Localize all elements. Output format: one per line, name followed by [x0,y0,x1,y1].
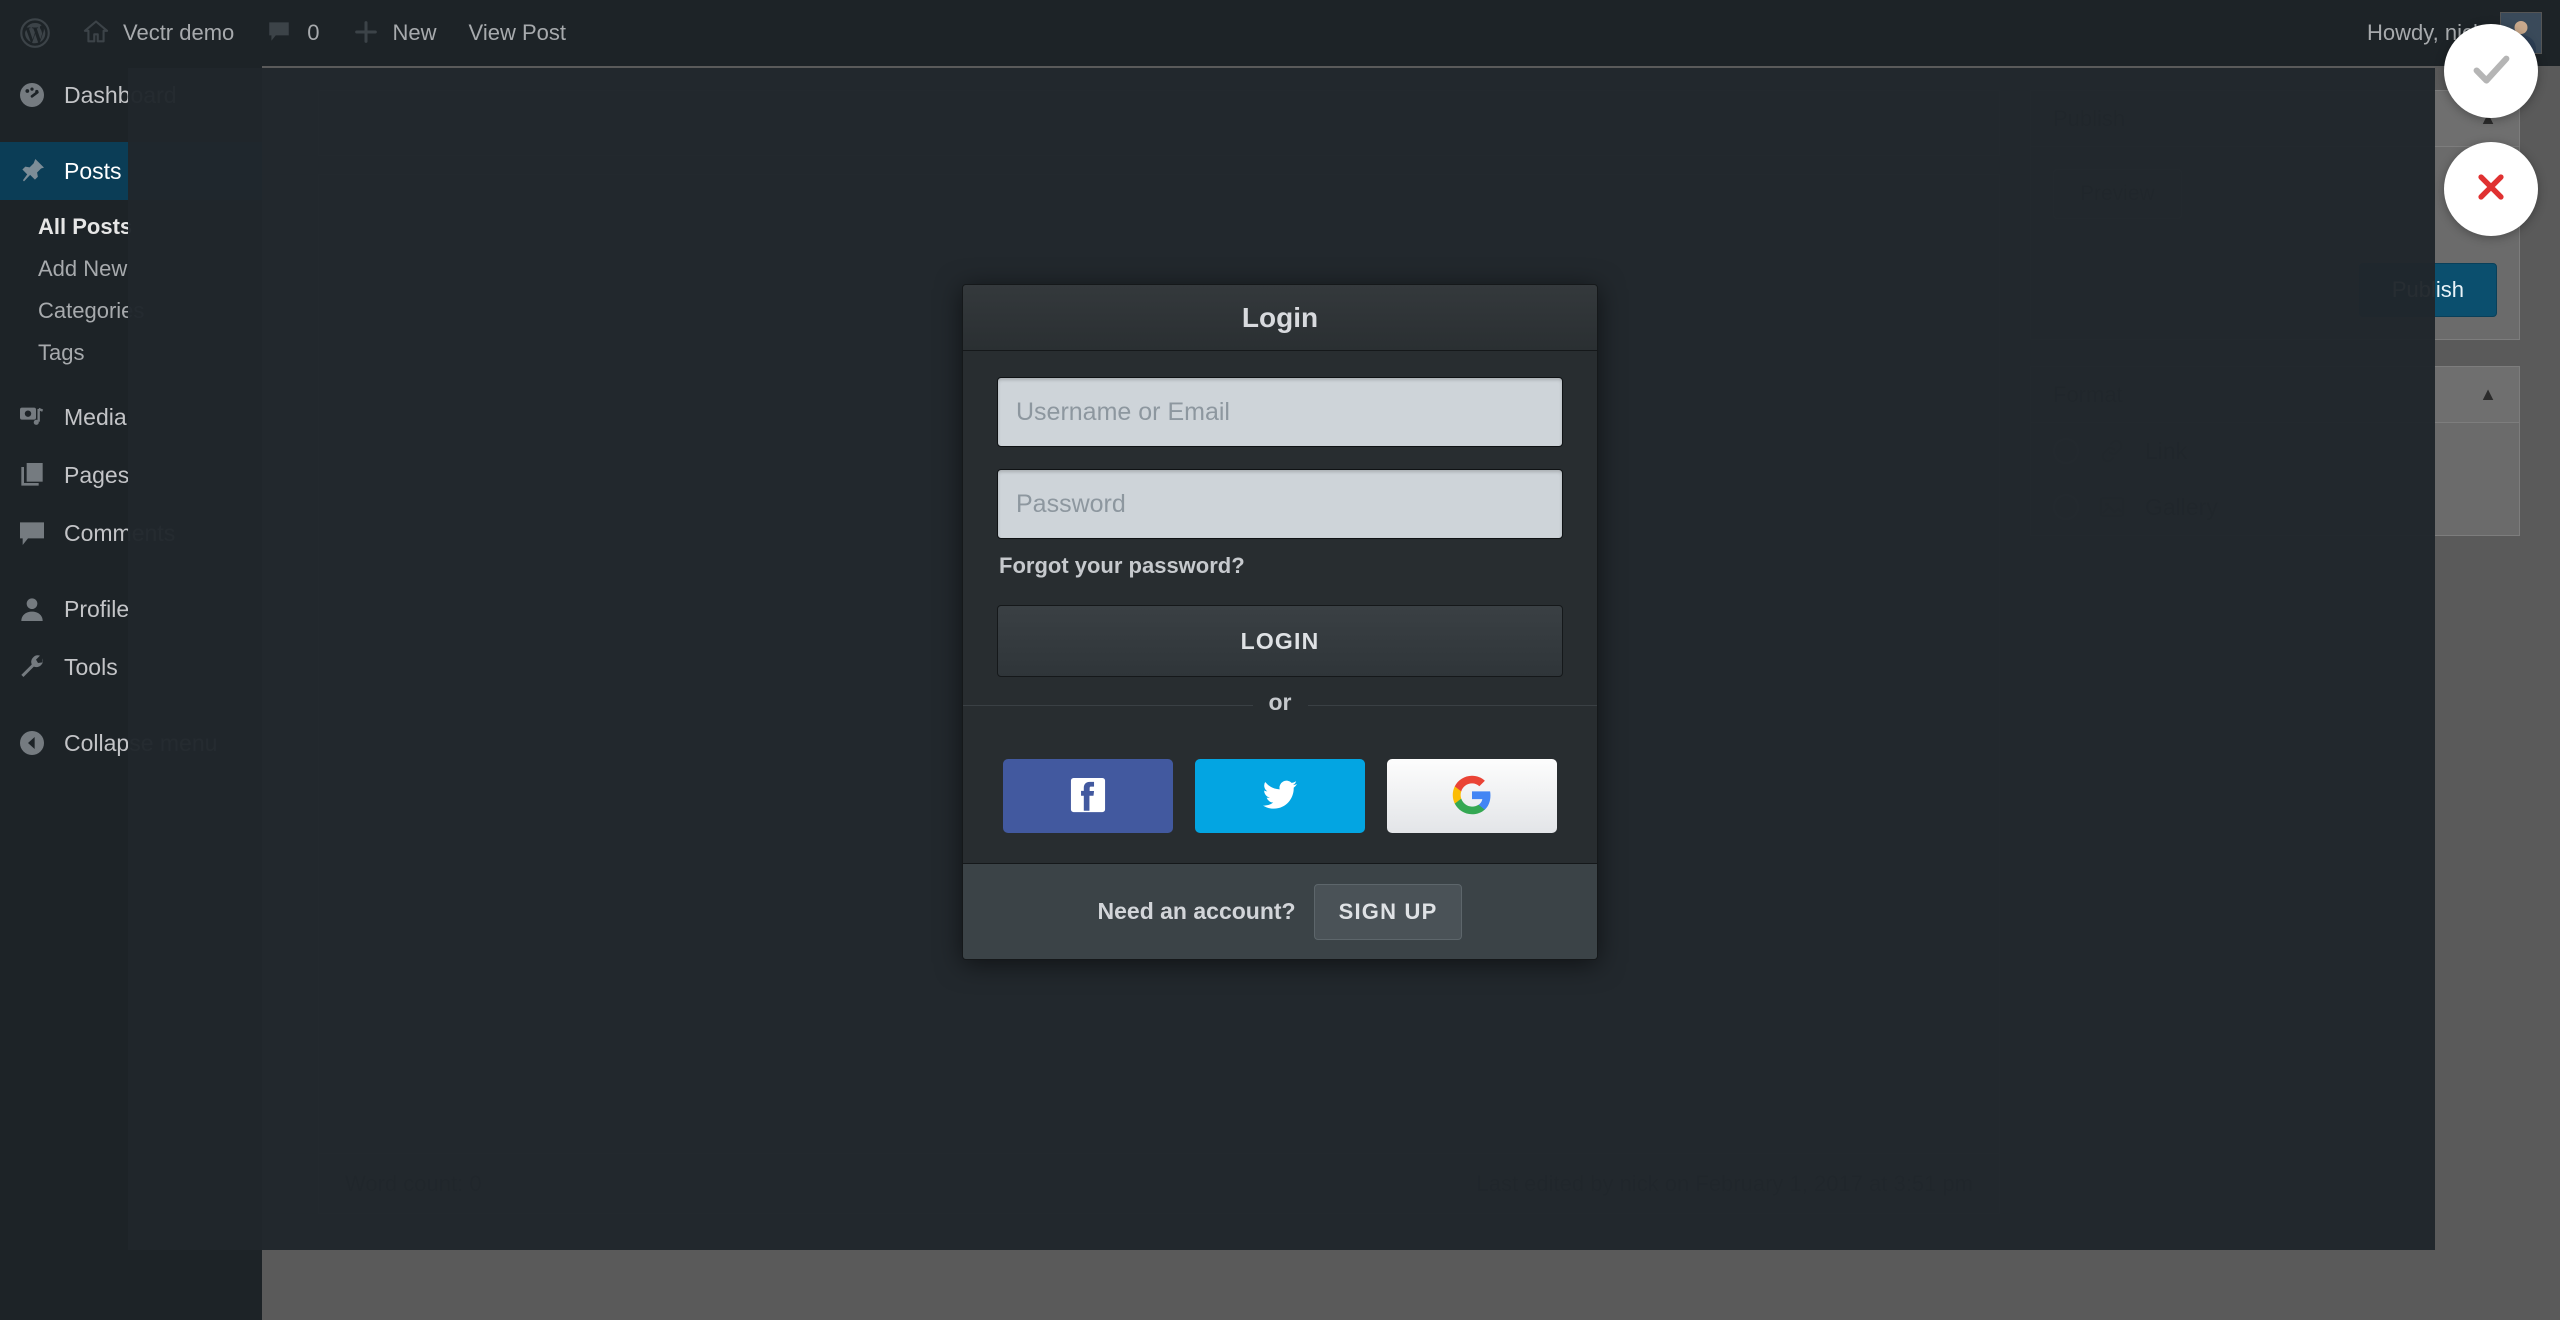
admin-bar: Vectr demo 0 New View Post Howdy, nick [0,0,2560,66]
or-divider: or [963,689,1597,733]
pin-icon [16,155,48,187]
login-button[interactable]: LOGIN [997,605,1563,677]
check-icon [2468,46,2514,97]
dashboard-icon [16,79,48,111]
facebook-login-button[interactable] [1003,759,1173,833]
wrench-icon [16,651,48,683]
sidebar-label-pages: Pages [64,461,130,488]
submenu-label-add-new: Add New [38,256,128,281]
wordpress-logo-icon [20,18,50,48]
sidebar-label-profile: Profile [64,595,130,622]
forgot-password-link[interactable]: Forgot your password? [999,553,1563,579]
collapse-arrow-icon [16,727,48,759]
password-input[interactable] [997,469,1563,539]
need-account-label: Need an account? [1097,898,1296,924]
close-icon [2474,170,2508,209]
confirm-check-button[interactable] [2444,24,2538,118]
login-modal-body: Forgot your password? LOGIN or [963,351,1597,863]
view-post-link[interactable]: View Post [453,0,582,66]
new-label: New [392,20,437,45]
comments-bubble[interactable]: 0 [250,0,335,66]
or-divider-label: or [1252,689,1308,716]
view-post-label: View Post [468,20,566,45]
sidebar-label-tools: Tools [64,653,118,680]
sidebar-label-media: Media [64,403,127,430]
new-content-menu[interactable]: New [336,0,453,66]
login-modal: Login Forgot your password? LOGIN or [962,284,1598,960]
triangle-up-icon[interactable]: ▲ [2479,384,2497,405]
username-input[interactable] [997,377,1563,447]
home-icon [82,18,112,48]
login-modal-header: Login [963,285,1597,351]
submenu-label-all-posts: All Posts [38,214,133,239]
comment-bubble-icon [266,18,296,48]
login-modal-title: Login [1241,301,1319,333]
social-login-row [963,759,1597,863]
user-icon [16,593,48,625]
twitter-login-button[interactable] [1195,759,1365,833]
login-modal-footer: Need an account? SIGN UP [963,863,1597,959]
plus-icon [352,18,382,48]
google-icon [1451,774,1493,819]
sign-up-button[interactable]: SIGN UP [1313,883,1463,940]
comment-bubble-icon [16,517,48,549]
comments-count: 0 [307,20,320,45]
wp-logo-menu[interactable] [0,0,66,66]
media-icon [16,401,48,433]
facebook-icon [1067,774,1109,819]
google-login-button[interactable] [1387,759,1557,833]
submenu-label-tags: Tags [38,340,85,365]
site-name-menu[interactable]: Vectr demo [66,0,250,66]
screen-root: Vectr demo 0 New View Post Howdy, nick D… [0,0,2560,1320]
pages-icon [16,459,48,491]
sidebar-label-posts: Posts [64,157,122,184]
cancel-close-button[interactable] [2444,142,2538,236]
twitter-icon [1259,774,1301,819]
site-name-label: Vectr demo [123,20,235,45]
